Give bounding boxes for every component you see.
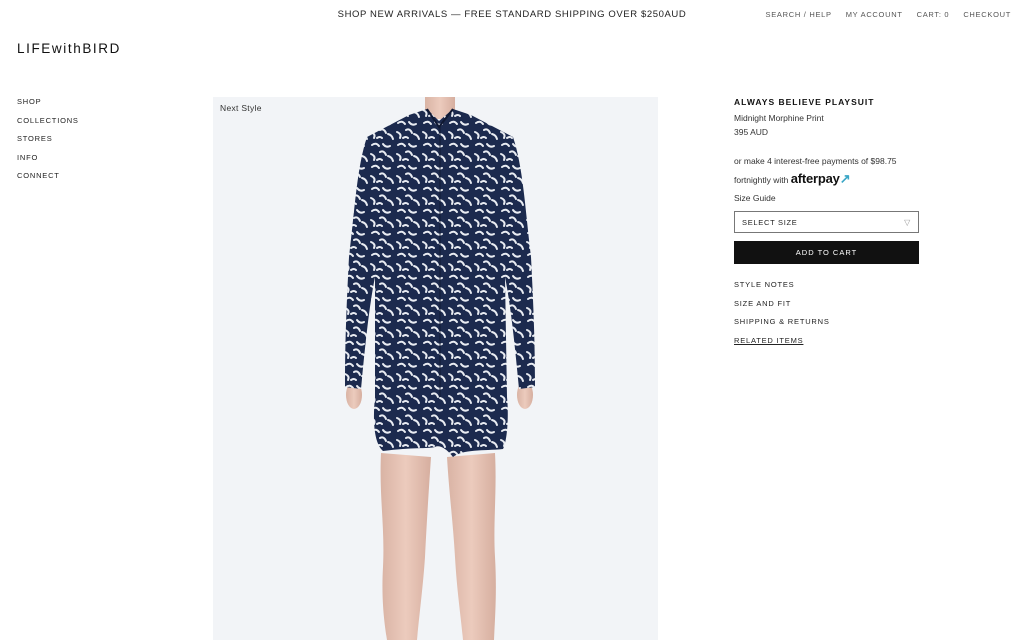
style-notes-link[interactable]: STYLE NOTES	[734, 280, 919, 289]
size-select-label: SELECT SIZE	[742, 217, 798, 227]
sidenav-item-collections[interactable]: COLLECTIONS	[17, 116, 79, 126]
afterpay-text-2: fortnightly with	[734, 175, 789, 185]
afterpay-logo[interactable]: afterpay↗	[791, 171, 851, 186]
my-account-link[interactable]: MY ACCOUNT	[846, 10, 903, 19]
size-select[interactable]: SELECT SIZE ▽	[734, 211, 919, 233]
afterpay-info: or make 4 interest-free payments of $98.…	[734, 152, 919, 189]
product-image[interactable]: Next Style	[213, 97, 658, 640]
product-variant: Midnight Morphine Print	[734, 113, 824, 123]
side-navigation: SHOP COLLECTIONS STORES INFO CONNECT	[17, 97, 79, 181]
size-guide-link[interactable]: Size Guide	[734, 193, 919, 203]
product-detail-links: STYLE NOTES SIZE AND FIT SHIPPING & RETU…	[734, 280, 919, 345]
cart-link[interactable]: CART: 0	[917, 10, 950, 19]
product-price: 395 AUD	[734, 127, 769, 137]
chevron-down-icon: ▽	[904, 217, 911, 227]
site-logo[interactable]: LIFEwithBIRD	[17, 41, 121, 56]
afterpay-text-1: or make 4 interest-free payments of $98.…	[734, 156, 897, 166]
size-and-fit-link[interactable]: SIZE AND FIT	[734, 299, 919, 308]
search-help-link[interactable]: SEARCH / HELP	[766, 10, 832, 19]
sidenav-item-stores[interactable]: STORES	[17, 134, 79, 144]
model-illustration	[345, 97, 535, 640]
next-style-link[interactable]: Next Style	[220, 103, 262, 113]
utility-nav: SEARCH / HELP MY ACCOUNT CART: 0 CHECKOU…	[766, 10, 1011, 19]
shipping-returns-link[interactable]: SHIPPING & RETURNS	[734, 317, 919, 326]
sidenav-item-shop[interactable]: SHOP	[17, 97, 79, 107]
related-items-link[interactable]: RELATED ITEMS	[734, 336, 919, 345]
afterpay-mark-icon: ↗	[839, 171, 851, 186]
checkout-link[interactable]: CHECKOUT	[963, 10, 1011, 19]
sidenav-item-connect[interactable]: CONNECT	[17, 171, 79, 181]
sidenav-item-info[interactable]: INFO	[17, 153, 79, 163]
add-to-cart-button[interactable]: ADD TO CART	[734, 241, 919, 264]
product-title: ALWAYS BELIEVE PLAYSUIT	[734, 97, 875, 107]
product-info-panel: ALWAYS BELIEVE PLAYSUIT Midnight Morphin…	[734, 97, 919, 345]
